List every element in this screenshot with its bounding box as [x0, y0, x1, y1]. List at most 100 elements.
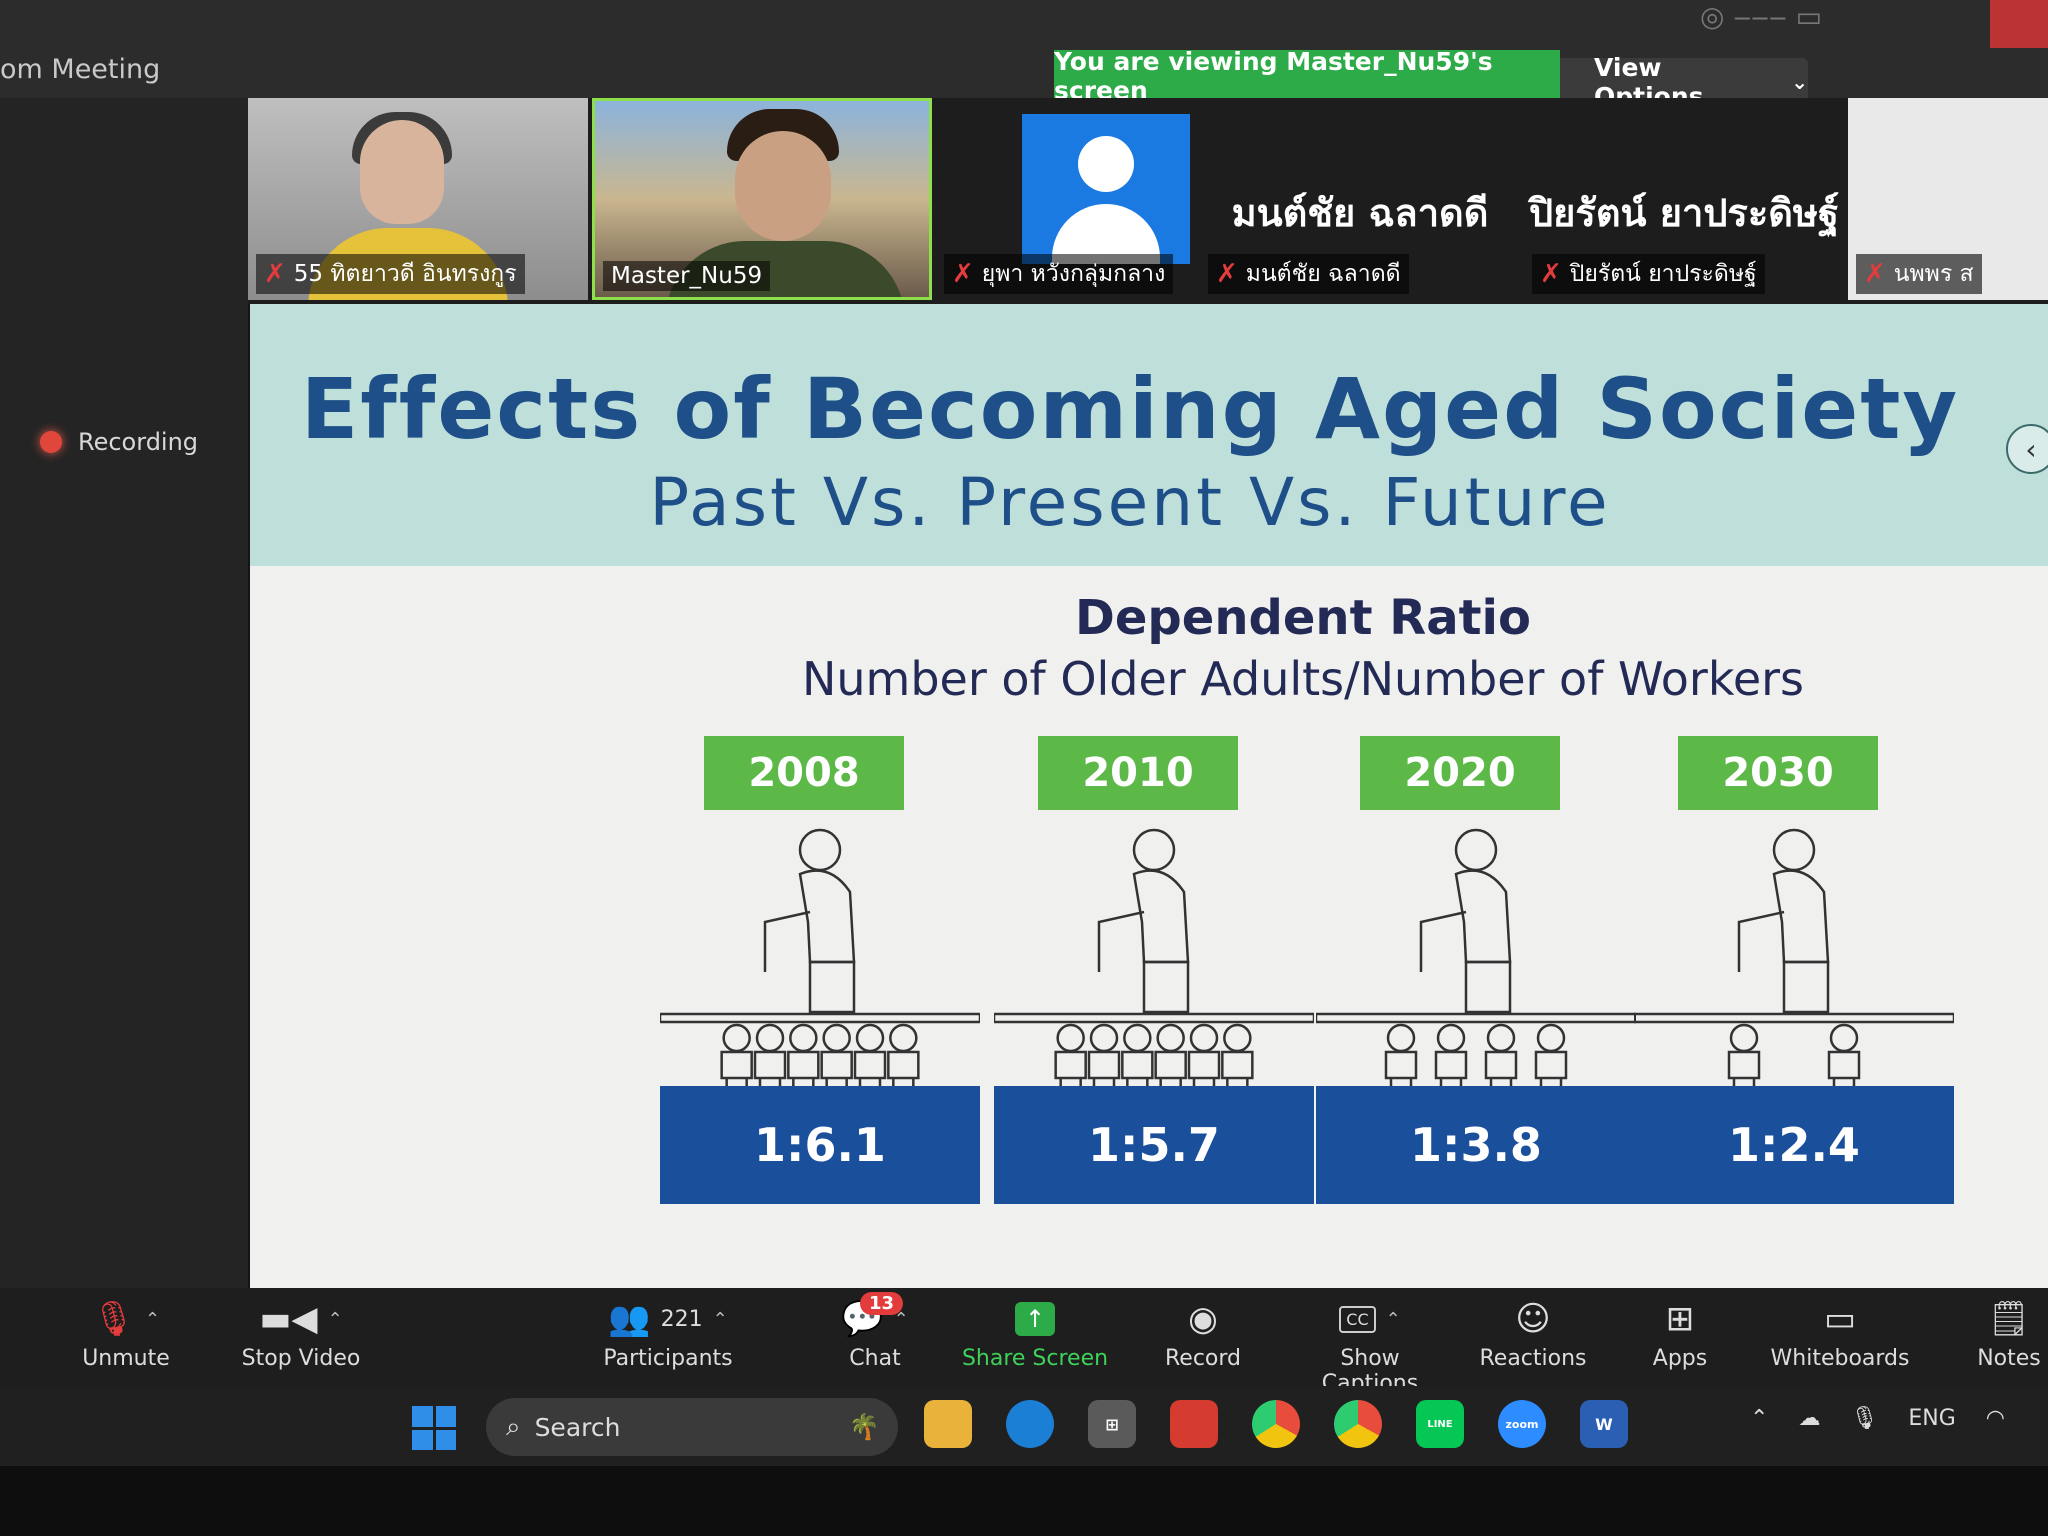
participant-tile[interactable]: ✗ ยุพา หวังกลุ่มกลาง — [936, 98, 1196, 300]
participant-display-name: ปิยรัตน์ ยาประดิษฐ์ — [1529, 191, 1839, 235]
elderly-on-workers-illustration — [1316, 828, 1636, 1090]
ratio-value: 1:6.1 — [660, 1086, 980, 1204]
record-button[interactable]: ◉ Record — [1150, 1296, 1256, 1371]
whiteboards-button[interactable]: ▭ Whiteboards — [1770, 1296, 1910, 1371]
chevron-up-icon[interactable]: ⌃ — [1750, 1406, 1768, 1431]
window-title: om Meeting — [0, 54, 161, 85]
worker-figure — [1534, 1023, 1568, 1090]
elderly-on-workers-illustration — [1634, 828, 1954, 1090]
participant-name-tag: ✗ ปิยรัตน์ ยาประดิษฐ์ — [1532, 254, 1765, 294]
ratio-value: 1:5.7 — [994, 1086, 1314, 1204]
windows-taskbar: ⌕ Search 🌴 ⊞ LINE zoom W ⌃ ☁ 🎙 ENG ◠ — [0, 1386, 2048, 1466]
year-label: 2020 — [1360, 736, 1560, 810]
year-label: 2008 — [704, 736, 904, 810]
worker-figure — [853, 1023, 887, 1090]
caret-up-icon[interactable]: ⌃ — [145, 1309, 160, 1330]
notes-icon: 🗒 — [1987, 1299, 2031, 1339]
ratio-value: 1:2.4 — [1634, 1086, 1954, 1204]
edge-browser-icon[interactable] — [1006, 1400, 1054, 1448]
worker-figure — [1187, 1023, 1221, 1090]
show-captions-button[interactable]: CC ⌃ Show Captions — [1290, 1296, 1450, 1396]
line-app-icon[interactable]: LINE — [1416, 1400, 1464, 1448]
mic-muted-icon: ✗ — [264, 259, 286, 289]
elderly-on-workers-illustration — [994, 828, 1314, 1090]
laptop-bezel — [0, 1466, 2048, 1536]
participant-tile[interactable]: ✗ 55 ทิตยาวดี อินทรงกูร — [248, 98, 588, 300]
mic-muted-icon: ✗ — [952, 259, 974, 289]
chat-button[interactable]: 💬 ⌃ 13 Chat — [820, 1292, 930, 1371]
stop-video-button[interactable]: ▬◀ ⌃ Stop Video — [226, 1296, 376, 1371]
worker-figure — [1087, 1023, 1121, 1090]
participant-tile[interactable]: มนต์ชัย ฉลาดดี ✗ มนต์ชัย ฉลาดดี — [1200, 98, 1520, 300]
microphone-icon[interactable]: 🎙 — [1850, 1406, 1878, 1431]
windows-start-icon[interactable] — [412, 1406, 456, 1450]
participant-name: นพพร ส — [1893, 261, 1974, 287]
recording-dot-icon — [40, 431, 62, 453]
participant-display-name: มนต์ชัย ฉลาดดี — [1231, 191, 1489, 235]
record-label: Record — [1164, 1346, 1241, 1371]
chevron-left-icon[interactable]: ‹ — [2006, 424, 2048, 474]
worker-figure — [787, 1023, 820, 1090]
file-explorer-icon[interactable] — [924, 1400, 972, 1448]
participant-name-tag: ✗ 55 ทิตยาวดี อินทรงกูร — [256, 254, 525, 294]
closed-captions-icon: CC — [1339, 1305, 1376, 1333]
participants-label: Participants — [603, 1346, 733, 1371]
worker-figure — [753, 1023, 787, 1090]
share-screen-arrow-icon: ↑ — [1015, 1302, 1055, 1336]
microsoft-store-icon[interactable]: ⊞ — [1088, 1400, 1136, 1448]
year-label: 2010 — [1038, 736, 1238, 810]
ratio-column: 2030 1:2.4 — [1634, 736, 1954, 1206]
close-window-button[interactable] — [1990, 0, 2048, 48]
reactions-button[interactable]: ☺ Reactions — [1478, 1296, 1588, 1371]
left-panel: Recording ✎ — [0, 98, 248, 1352]
cloud-icon[interactable]: ☁ — [1798, 1406, 1820, 1431]
apps-label: Apps — [1652, 1346, 1708, 1371]
viewing-screen-banner: You are viewing Master_Nu59's screen — [1054, 47, 1560, 105]
caret-up-icon[interactable]: ⌃ — [328, 1309, 343, 1330]
caret-up-icon[interactable]: ⌃ — [713, 1309, 728, 1330]
slide-title: Effects of Becoming Aged Society — [300, 360, 1960, 458]
unmute-button[interactable]: 🎙 ⌃ Unmute — [66, 1296, 186, 1371]
zoom-app-icon[interactable]: zoom — [1498, 1400, 1546, 1448]
video-camera-icon: ▬◀ — [259, 1299, 318, 1339]
mic-muted-icon: ✗ — [1216, 259, 1238, 289]
search-placeholder: Search — [534, 1412, 621, 1442]
participant-name-tag: ✗ นพพร ส — [1856, 254, 1982, 294]
participant-name-tag: Master_Nu59 — [603, 261, 771, 291]
caret-up-icon[interactable]: ⌃ — [1386, 1309, 1401, 1330]
recording-indicator[interactable]: Recording — [40, 428, 198, 456]
reactions-label: Reactions — [1479, 1346, 1587, 1371]
search-icon: ⌕ — [506, 1411, 521, 1442]
chrome-profile-icon[interactable] — [1334, 1400, 1382, 1448]
participant-strip: ✗ 55 ทิตยาวดี อินทรงกูร Master_Nu59 ✗ ยุ… — [248, 98, 2048, 304]
worker-figure — [887, 1023, 920, 1090]
worker-figure — [1727, 1023, 1761, 1090]
worker-figure — [1827, 1023, 1861, 1090]
notes-button[interactable]: 🗒 Notes — [1970, 1296, 2048, 1371]
ratio-column: 2020 1:3.8 — [1316, 736, 1636, 1206]
participant-tile[interactable]: ปิยรัตน์ ยาประดิษฐ์ ✗ ปิยรัตน์ ยาประดิษฐ… — [1524, 98, 1844, 300]
mic-muted-icon: ✗ — [1540, 259, 1562, 289]
camera-icon: ◎ ‒‒‒ ▭ — [1700, 0, 1823, 33]
worker-figure — [1154, 1023, 1187, 1090]
participant-tile[interactable]: ✗ นพพร ส — [1848, 98, 2048, 300]
elderly-person-figure — [1097, 828, 1190, 1014]
chrome-icon[interactable] — [1252, 1400, 1300, 1448]
worker-figure — [1054, 1023, 1087, 1090]
elderly-person-figure — [763, 828, 856, 1014]
participant-name: มนต์ชัย ฉลาดดี — [1245, 261, 1401, 287]
apps-button[interactable]: ⊞ Apps — [1640, 1296, 1720, 1371]
word-app-icon[interactable]: W — [1580, 1400, 1628, 1448]
share-screen-button[interactable]: ↑ Share Screen — [960, 1296, 1110, 1371]
participant-tile-active-speaker[interactable]: Master_Nu59 — [592, 98, 932, 300]
elderly-person-figure — [1419, 828, 1512, 1014]
chevron-down-icon: ⌄ — [1791, 70, 1808, 94]
language-indicator[interactable]: ENG — [1908, 1406, 1955, 1431]
apps-icon: ⊞ — [1665, 1299, 1695, 1339]
wifi-icon[interactable]: ◠ — [1986, 1406, 2005, 1431]
pdf-reader-icon[interactable] — [1170, 1400, 1218, 1448]
taskbar-search-box[interactable]: ⌕ Search 🌴 — [486, 1398, 898, 1456]
whiteboards-label: Whiteboards — [1770, 1346, 1910, 1371]
participants-button[interactable]: 👥 221 ⌃ Participants — [578, 1296, 758, 1371]
mic-muted-icon: 🎙 — [91, 1299, 136, 1339]
